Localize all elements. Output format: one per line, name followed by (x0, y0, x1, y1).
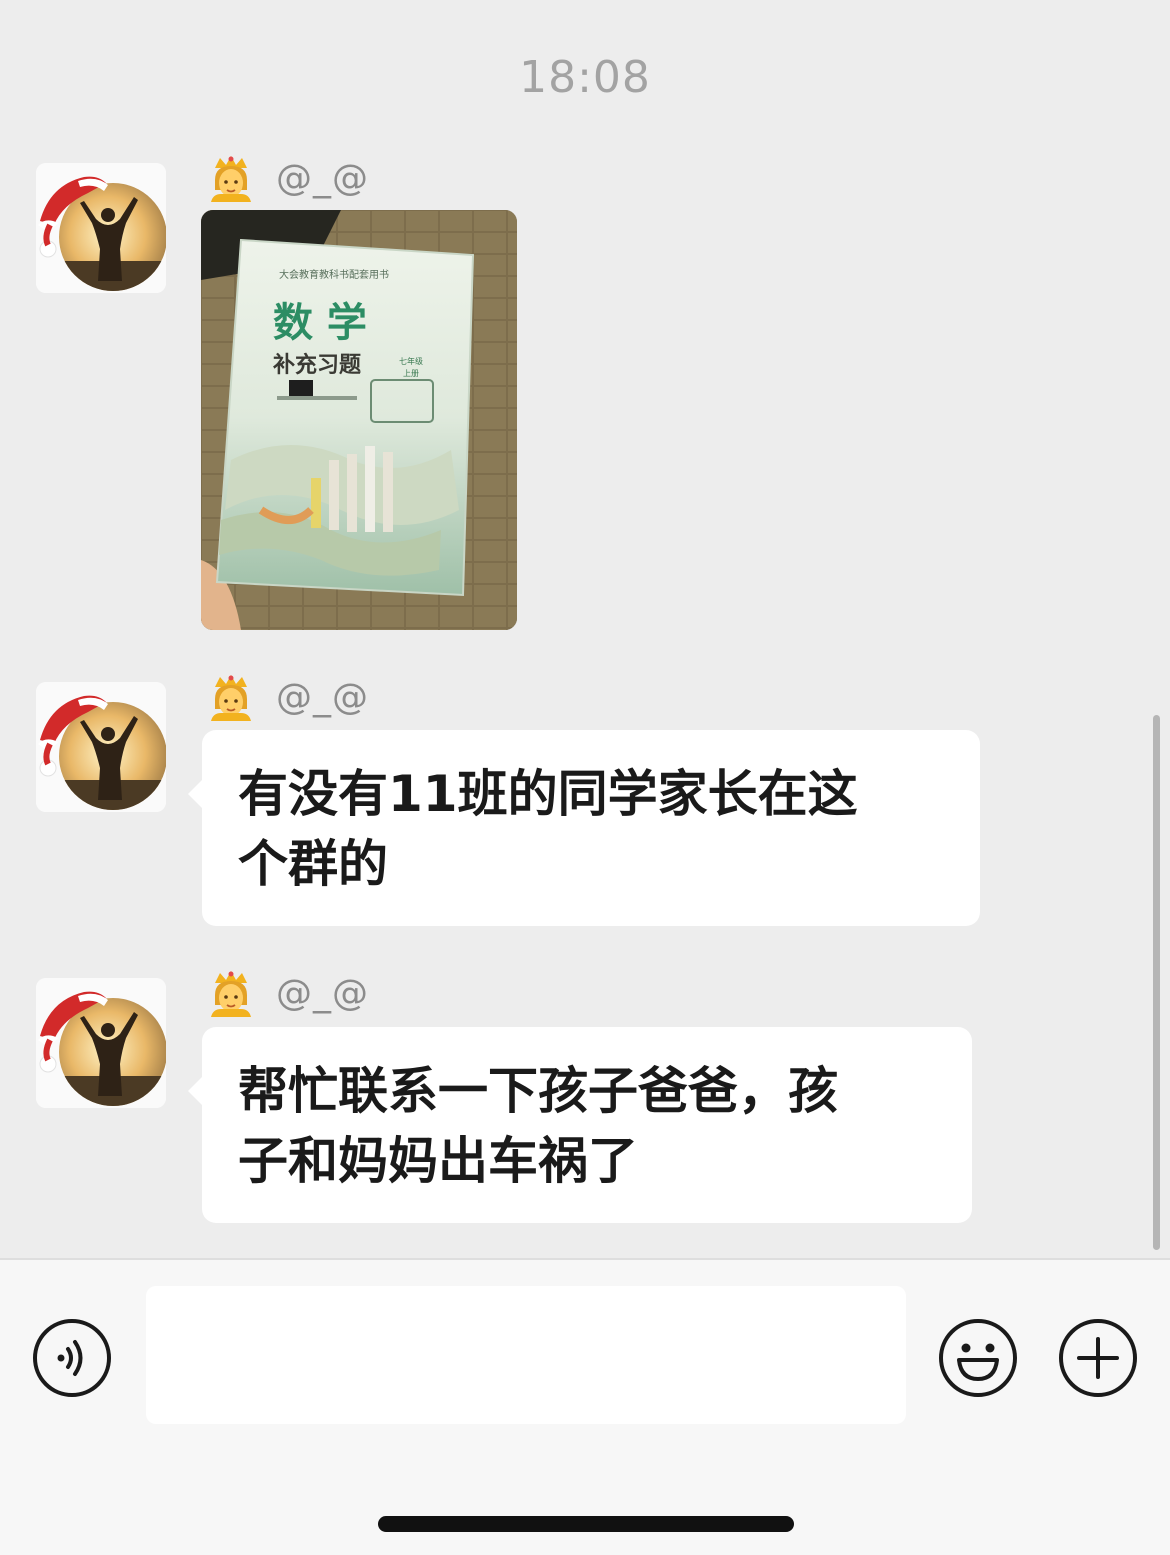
emoji-icon[interactable] (937, 1317, 1019, 1399)
princess-emoji-icon (206, 154, 256, 202)
book-volume: 上册 (403, 369, 419, 378)
text-message-bubble[interactable]: 有没有11班的同学家长在这 个群的 (188, 730, 980, 926)
message-input[interactable] (146, 1286, 906, 1424)
image-message[interactable]: 大会教育教科书配套用书 数 学 补充习题 七年级 上册 (201, 210, 517, 630)
princess-emoji-icon (206, 969, 256, 1017)
sender-row: @_@ (206, 672, 369, 722)
sender-row: @_@ (206, 153, 369, 203)
textbook-photo: 大会教育教科书配套用书 数 学 补充习题 七年级 上册 (201, 210, 517, 630)
message-text-line: 个群的 (238, 835, 388, 893)
text-message-bubble[interactable]: 帮忙联系一下孩子爸爸，孩 子和妈妈出车祸了 (188, 1027, 972, 1223)
message-text-line: 子和妈妈出车祸了 (238, 1132, 638, 1190)
avatar-image (36, 682, 166, 812)
scrollbar[interactable] (1153, 715, 1160, 1250)
book-subtitle: 补充习题 (272, 352, 362, 378)
voice-icon[interactable] (31, 1317, 113, 1399)
sender-name: @_@ (276, 972, 369, 1014)
sender-avatar[interactable] (36, 978, 166, 1108)
chat-message-area[interactable]: 18:08 @_@ 大会教育教科书配套用书 数 学 补充习题 七年级 上册 @_… (0, 0, 1170, 1258)
message-text-line: 有没有11班的同学家长在这 (238, 765, 858, 823)
message-timestamp: 18:08 (519, 52, 651, 103)
book-grade: 七年级 (399, 356, 423, 366)
message-text-line: 帮忙联系一下孩子爸爸，孩 (238, 1062, 838, 1120)
sender-name: @_@ (276, 676, 369, 718)
book-header: 大会教育教科书配套用书 (279, 268, 389, 281)
avatar-image (36, 978, 166, 1108)
home-indicator[interactable] (378, 1516, 794, 1532)
sender-row: @_@ (206, 968, 369, 1018)
sender-avatar[interactable] (36, 163, 166, 293)
avatar-image (36, 163, 166, 293)
sender-name: @_@ (276, 157, 369, 199)
princess-emoji-icon (206, 673, 256, 721)
plus-icon[interactable] (1057, 1317, 1139, 1399)
sender-avatar[interactable] (36, 682, 166, 812)
book-title: 数 学 (273, 300, 367, 346)
